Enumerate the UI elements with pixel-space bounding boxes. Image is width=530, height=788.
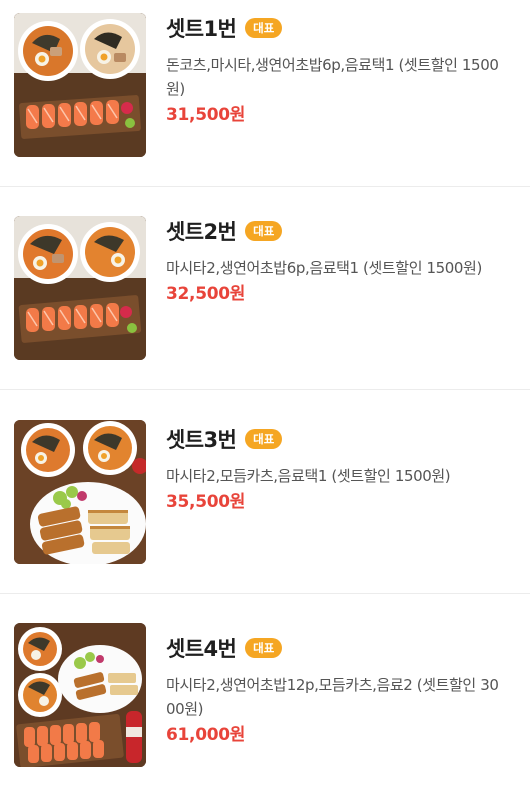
divider [0, 186, 530, 187]
divider [0, 389, 530, 390]
menu-description: 마시타2,생연어초밥6p,음료택1 (셋트할인 1500원) [166, 259, 482, 277]
menu-info-set-3: 셋트3번 대표 마시타2,모듬카츠,음료택1 (셋트할인 1500원) 35,5… [166, 420, 502, 513]
ramen-katsu-photo-icon [14, 420, 146, 564]
menu-photo-set-1 [14, 13, 146, 157]
menu-item-set-4[interactable]: 셋트4번 대표 마시타2,생연어초밥12p,모듬카츠,음료2 (셋트할인 300… [0, 623, 530, 769]
ramen-sushi-photo-icon [14, 13, 146, 157]
menu-price: 61,000원 [166, 725, 246, 745]
menu-info-set-1: 셋트1번 대표 돈코츠,마시타,생연어초밥6p,음료택1 (셋트할인 1500원… [166, 13, 502, 126]
menu-info-set-2: 셋트2번 대표 마시타2,생연어초밥6p,음료택1 (셋트할인 1500원) 3… [166, 216, 502, 305]
signature-badge: 대표 [245, 221, 283, 241]
menu-price: 31,500원 [166, 105, 246, 125]
menu-list: 셋트1번 대표 돈코츠,마시타,생연어초밥6p,음료택1 (셋트할인 1500원… [0, 0, 530, 788]
title-row: 셋트4번 대표 [166, 633, 502, 663]
ramen-katsu-sushi-photo-icon [14, 623, 146, 767]
title-row: 셋트2번 대표 [166, 216, 502, 246]
menu-photo-set-4 [14, 623, 146, 767]
menu-price: 32,500원 [166, 284, 246, 304]
signature-badge: 대표 [245, 429, 283, 449]
menu-photo-set-3 [14, 420, 146, 564]
menu-name: 셋트2번 [166, 220, 237, 244]
menu-name: 셋트3번 [166, 428, 237, 452]
menu-item-set-1[interactable]: 셋트1번 대표 돈코츠,마시타,생연어초밥6p,음료택1 (셋트할인 1500원… [0, 13, 530, 159]
title-row: 셋트3번 대표 [166, 424, 502, 454]
menu-item-set-2[interactable]: 셋트2번 대표 마시타2,생연어초밥6p,음료택1 (셋트할인 1500원) 3… [0, 216, 530, 362]
menu-photo-set-2 [14, 216, 146, 360]
menu-info-set-4: 셋트4번 대표 마시타2,생연어초밥12p,모듬카츠,음료2 (셋트할인 300… [166, 623, 502, 746]
title-row: 셋트1번 대표 [166, 13, 502, 43]
divider [0, 593, 530, 594]
menu-price: 35,500원 [166, 492, 246, 512]
menu-name: 셋트1번 [166, 17, 237, 41]
menu-description: 마시타2,생연어초밥12p,모듬카츠,음료2 (셋트할인 3000원) [166, 676, 499, 718]
signature-badge: 대표 [245, 18, 283, 38]
ramen-sushi-photo-icon [14, 216, 146, 360]
menu-description: 마시타2,모듬카츠,음료택1 (셋트할인 1500원) [166, 467, 451, 485]
signature-badge: 대표 [245, 638, 283, 658]
menu-description: 돈코츠,마시타,생연어초밥6p,음료택1 (셋트할인 1500원) [166, 56, 499, 98]
menu-name: 셋트4번 [166, 637, 237, 661]
menu-item-set-3[interactable]: 셋트3번 대표 마시타2,모듬카츠,음료택1 (셋트할인 1500원) 35,5… [0, 420, 530, 566]
